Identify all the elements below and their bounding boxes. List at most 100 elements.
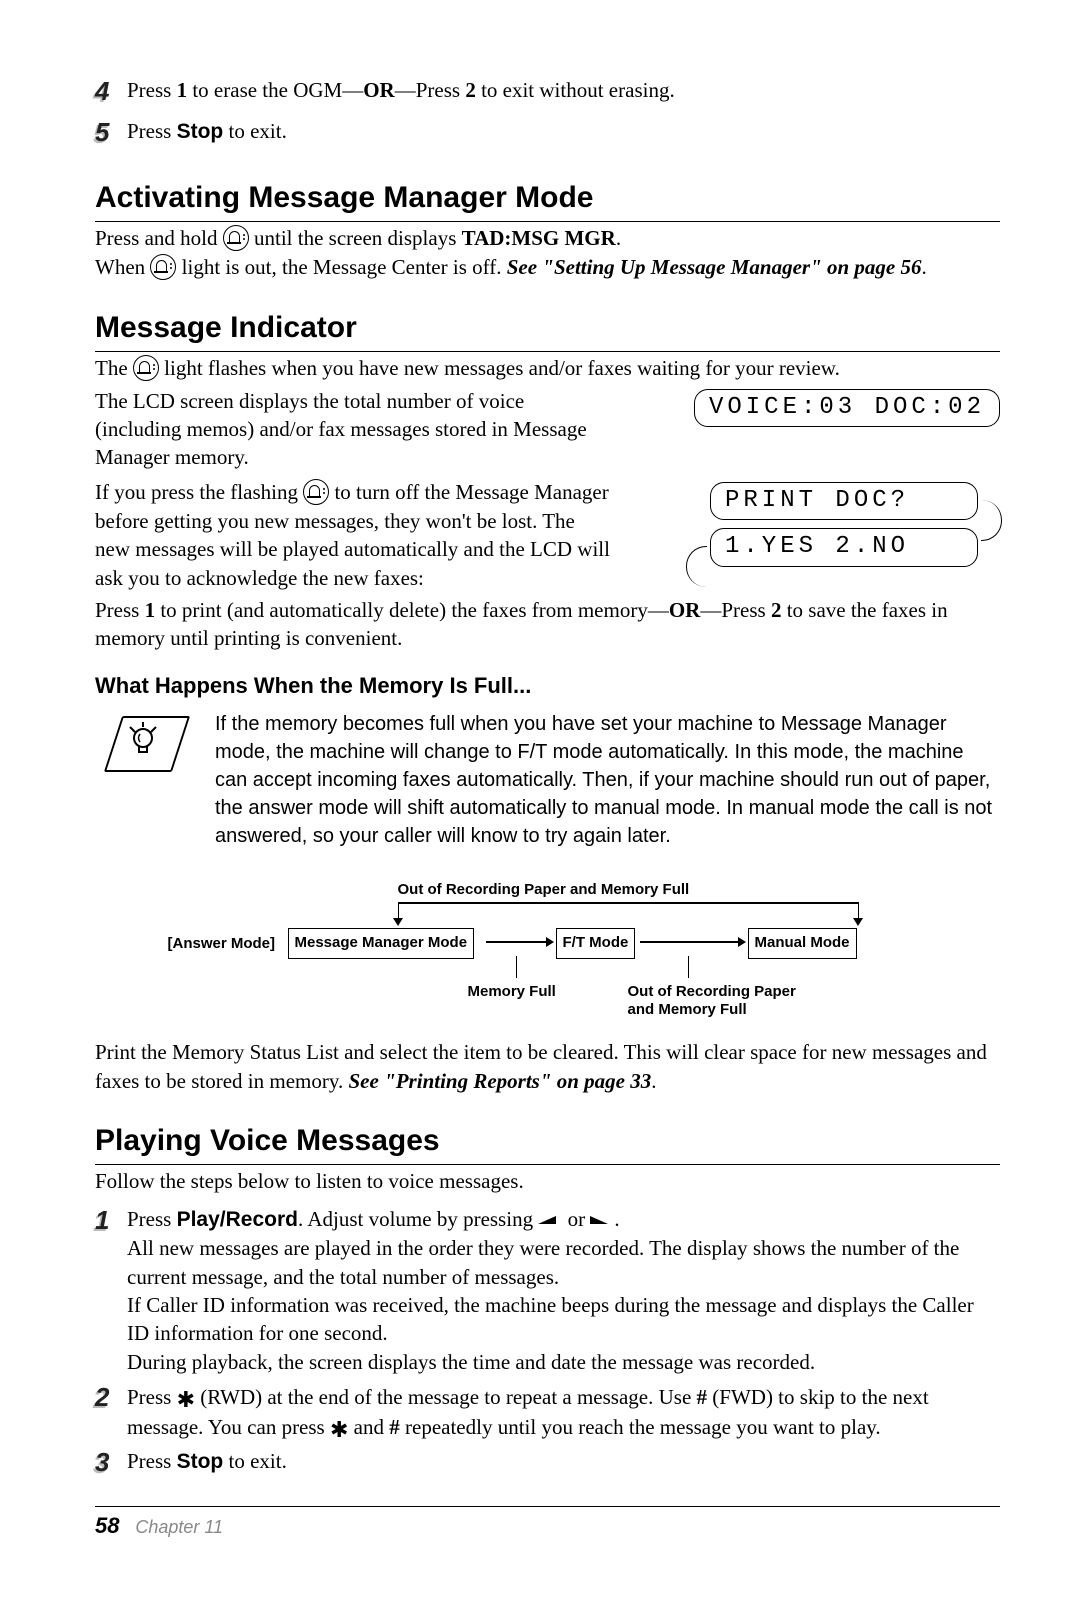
stop-key: Stop	[177, 120, 224, 143]
t: Press	[127, 78, 177, 102]
play-step-1: 1 Press Play/Record. Adjust volume by pr…	[95, 1205, 1000, 1376]
hash-key: #	[697, 1385, 708, 1409]
step-number: 2	[95, 1380, 117, 1415]
diagram-under-1: Memory Full	[468, 982, 556, 1002]
diagram-top-label: Out of Recording Paper and Memory Full	[398, 880, 690, 900]
play-step-2-text: Press ✱ (RWD) at the end of the message …	[123, 1382, 1000, 1441]
t: Press	[95, 598, 145, 622]
t: until the screen displays	[249, 226, 462, 250]
key-2: 2	[771, 598, 782, 622]
t: light is out, the Message Center is off.	[176, 255, 506, 279]
volume-down-icon	[538, 1216, 562, 1226]
diagram-under-2b: and Memory Full	[628, 1000, 747, 1020]
t: . Adjust volume by pressing	[298, 1207, 538, 1231]
indicator-row-2: If you press the flashing to turn off th…	[95, 478, 1000, 592]
step-number: 3	[95, 1445, 117, 1480]
indicator-p2: The LCD screen displays the total number…	[95, 387, 615, 472]
t: .	[616, 226, 621, 250]
t: When	[95, 255, 150, 279]
diagram-box-ft: F/T Mode	[556, 928, 636, 958]
diagram-box-manual: Manual Mode	[748, 928, 857, 958]
t: or	[562, 1207, 590, 1231]
lcd-print-doc: PRINT DOC?	[710, 482, 978, 520]
memory-full-tip: If the memory becomes full when you have…	[215, 710, 1000, 850]
indicator-row-1: The LCD screen displays the total number…	[95, 387, 1000, 472]
tad-icon	[223, 225, 249, 251]
page-number: 58	[95, 1513, 119, 1538]
t: .	[614, 1207, 619, 1231]
step-number: 1	[95, 1203, 117, 1238]
step-number: 4	[95, 74, 117, 109]
key-1: 1	[177, 78, 188, 102]
t: to print (and automatically delete) the …	[155, 598, 669, 622]
t: to exit without erasing.	[476, 78, 675, 102]
lcd-wrap-yesno: 1.YES 2.NO	[688, 528, 1000, 566]
t: .	[921, 255, 926, 279]
t: light flashes when you have new messages…	[159, 356, 840, 380]
volume-up-icon	[590, 1216, 614, 1226]
heading-playing: Playing Voice Messages	[95, 1121, 1000, 1165]
chapter-label: Chapter 11	[135, 1517, 223, 1537]
t: Press	[127, 1207, 177, 1231]
t: repeatedly until you reach the message y…	[400, 1415, 881, 1439]
t: Press	[127, 119, 177, 143]
stop-key: Stop	[177, 1450, 224, 1473]
indicator-p4: Press 1 to print (and automatically dele…	[95, 596, 1000, 653]
lcd-wrap-print: PRINT DOC?	[688, 482, 1000, 520]
play-step-2: 2 Press ✱ (RWD) at the end of the messag…	[95, 1382, 1000, 1441]
activating-body: Press and hold until the screen displays…	[95, 224, 1000, 282]
step-4-text: Press 1 to erase the OGM—OR—Press 2 to e…	[123, 76, 1000, 104]
t: All new messages are played in the order…	[127, 1234, 1000, 1291]
heading-indicator: Message Indicator	[95, 308, 1000, 352]
page-footer: 58 Chapter 11	[95, 1506, 1000, 1541]
t: Press and hold	[95, 226, 223, 250]
t: Press	[127, 1385, 177, 1409]
tip-icon-box	[95, 710, 215, 850]
t: —Press	[395, 78, 466, 102]
heading-memory-full: What Happens When the Memory Is Full...	[95, 671, 1000, 701]
t: If you press the flashing	[95, 480, 303, 504]
t: During playback, the screen displays the…	[127, 1348, 1000, 1376]
play-record-key: Play/Record	[177, 1208, 298, 1231]
key-2: 2	[465, 78, 476, 102]
star-key-icon: ✱	[330, 1415, 348, 1445]
lcd-voice-doc: VOICE:03 DOC:02	[694, 389, 1000, 427]
t: (RWD) at the end of the message to repea…	[195, 1385, 697, 1409]
step-5: 5 Press Stop to exit.	[95, 117, 1000, 152]
indicator-p3: If you press the flashing to turn off th…	[95, 478, 615, 592]
heading-activating: Activating Message Manager Mode	[95, 178, 1000, 222]
t: to exit.	[223, 119, 287, 143]
play-step-3-text: Press Stop to exit.	[123, 1447, 1000, 1476]
step-number: 5	[95, 115, 117, 150]
diagram-box-mmm: Message Manager Mode	[288, 928, 475, 958]
lcd-yes-no: 1.YES 2.NO	[710, 528, 978, 566]
tad-icon	[303, 479, 329, 505]
indicator-p1: The light flashes when you have new mess…	[95, 354, 1000, 383]
t: The	[95, 356, 133, 380]
t: to exit.	[223, 1449, 287, 1473]
play-step-1-text: Press Play/Record. Adjust volume by pres…	[123, 1205, 1000, 1376]
play-step-3: 3 Press Stop to exit.	[95, 1447, 1000, 1482]
playing-intro: Follow the steps below to listen to voic…	[95, 1167, 1000, 1195]
tip-row: If the memory becomes full when you have…	[95, 710, 1000, 850]
or: OR	[363, 78, 395, 102]
t: .	[651, 1069, 656, 1093]
lightbulb-note-icon	[104, 716, 190, 772]
t: and	[348, 1415, 389, 1439]
hash-key: #	[389, 1415, 400, 1439]
t: —Press	[700, 598, 771, 622]
step-5-text: Press Stop to exit.	[123, 117, 1000, 146]
tad-icon	[150, 254, 176, 280]
key-1: 1	[145, 598, 156, 622]
tad-icon	[133, 355, 159, 381]
tad-label: TAD:MSG MGR	[462, 226, 616, 250]
cycle-arrow-icon	[686, 546, 707, 587]
see-ref: See "Printing Reports" on page 33	[349, 1069, 652, 1093]
t: Press	[127, 1449, 177, 1473]
diagram-answer-mode-label: [Answer Mode]	[168, 934, 276, 954]
star-key-icon: ✱	[177, 1385, 195, 1415]
t: to erase the OGM—	[187, 78, 363, 102]
step-4: 4 Press 1 to erase the OGM—OR—Press 2 to…	[95, 76, 1000, 111]
t: If Caller ID information was received, t…	[127, 1291, 1000, 1348]
or: OR	[669, 598, 701, 622]
